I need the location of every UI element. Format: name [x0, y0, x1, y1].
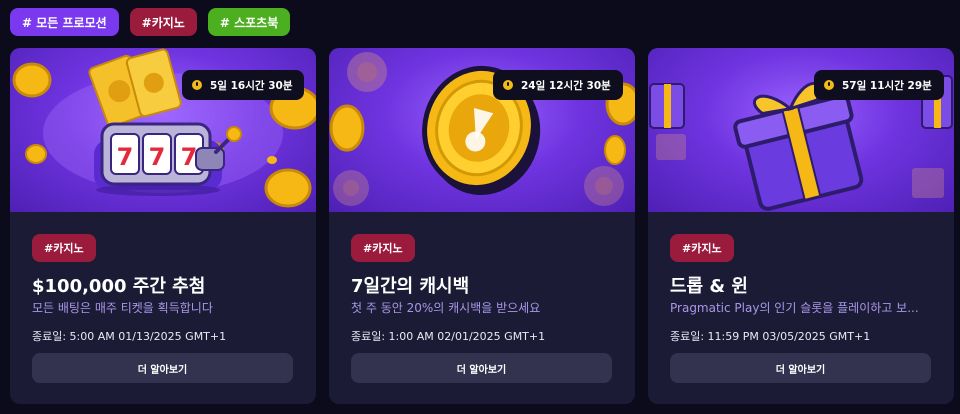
promo-card-weekly-raffle[interactable]: 7 7 7 5일 16시간 30분 #카지노 $100,000 주간 추첨 모든…	[10, 48, 316, 404]
countdown-timer: 24일 12시간 30분	[493, 70, 623, 100]
filter-all-promotions[interactable]: # 모든 프로모션	[10, 8, 119, 36]
svg-text:7: 7	[117, 143, 134, 171]
promo-filter-bar: # 모든 프로모션 #카지노 # 스포츠북	[10, 8, 291, 36]
countdown-timer: 57일 11시간 29분	[814, 70, 944, 100]
promo-end-date: 종료일: 5:00 AM 01/13/2025 GMT+1	[32, 330, 227, 343]
svg-text:7: 7	[181, 143, 198, 171]
clock-icon	[824, 80, 834, 90]
countdown-text: 24일 12시간 30분	[521, 79, 611, 92]
promo-title: 드롭 & 윈	[670, 276, 748, 297]
clock-icon	[192, 80, 202, 90]
promo-end-date: 종료일: 1:00 AM 02/01/2025 GMT+1	[351, 330, 546, 343]
learn-more-button[interactable]: 더 알아보기	[351, 353, 612, 383]
filter-sportsbook[interactable]: # 스포츠북	[207, 8, 291, 36]
filter-casino[interactable]: #카지노	[129, 8, 197, 36]
promo-title: 7일간의 캐시백	[351, 276, 470, 297]
category-tag[interactable]: #카지노	[32, 234, 96, 262]
countdown-text: 57일 11시간 29분	[842, 79, 932, 92]
promo-description: Pragmatic Play의 인기 슬롯을 플레이하고 보...	[670, 301, 919, 315]
countdown-timer: 5일 16시간 30분	[182, 70, 305, 100]
learn-more-button[interactable]: 더 알아보기	[670, 353, 931, 383]
clock-icon	[503, 80, 513, 90]
promo-card-drops-wins[interactable]: 57일 11시간 29분 #카지노 드롭 & 윈 Pragmatic Play의…	[648, 48, 954, 404]
promo-end-date: 종료일: 11:59 PM 03/05/2025 GMT+1	[670, 330, 871, 343]
category-tag[interactable]: #카지노	[670, 234, 734, 262]
promo-title: $100,000 주간 추첨	[32, 276, 206, 297]
promo-description: 모든 배팅은 매주 티켓을 획득합니다	[32, 301, 213, 315]
learn-more-button[interactable]: 더 알아보기	[32, 353, 293, 383]
promo-description: 첫 주 동안 20%의 캐시백을 받으세요	[351, 301, 541, 315]
category-tag[interactable]: #카지노	[351, 234, 415, 262]
svg-text:7: 7	[149, 143, 166, 171]
promo-card-cashback[interactable]: 24일 12시간 30분 #카지노 7일간의 캐시백 첫 주 동안 20%의 캐…	[329, 48, 635, 404]
countdown-text: 5일 16시간 30분	[210, 79, 293, 92]
